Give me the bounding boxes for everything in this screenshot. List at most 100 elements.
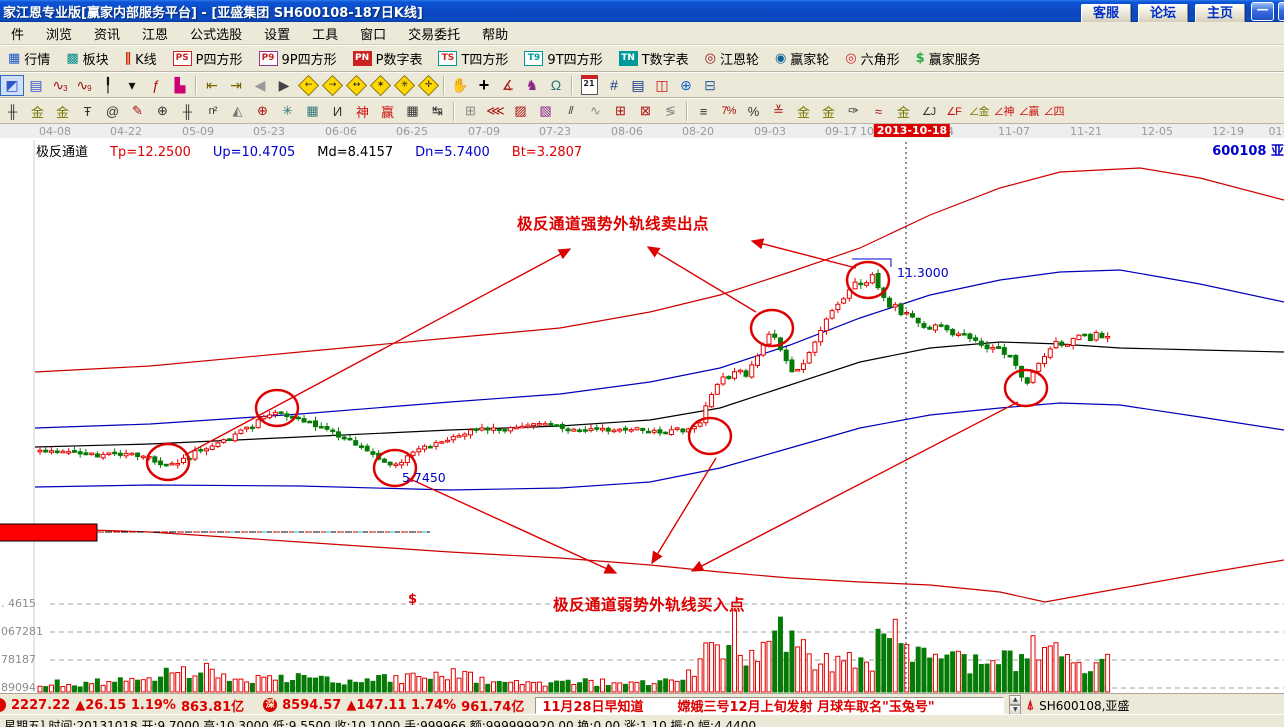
compress-icon[interactable]: ✶ bbox=[368, 74, 392, 97]
draw-tool-icon-0[interactable]: ╫ bbox=[0, 101, 25, 121]
draw-tool-icon-17[interactable]: ↹ bbox=[425, 101, 450, 121]
draw-tool-icon-38[interactable]: ∠J bbox=[916, 101, 941, 121]
draw-tool-icon-20[interactable]: ⋘ bbox=[483, 101, 508, 121]
news-ticker[interactable]: 11月28日早知道 嫦娥三号12月上旬发射 月球车取名"玉兔号" bbox=[535, 697, 1004, 714]
remote-pc-icon[interactable]: ⊟ bbox=[698, 75, 722, 96]
draw-tool-icon-27[interactable]: ≶ bbox=[658, 101, 683, 121]
calculator-icon[interactable]: # bbox=[602, 75, 626, 96]
angle-measure-icon[interactable]: ∡ bbox=[496, 75, 520, 96]
chart-area[interactable]: . 46150672817818789094极反通道强势外轨线卖出点极反通道弱势… bbox=[0, 138, 1284, 693]
toolbar-t-table[interactable]: TNT数字表 bbox=[611, 48, 697, 70]
draw-tool-icon-5[interactable]: ✎ bbox=[125, 101, 150, 121]
draw-tool-icon-32[interactable]: ≚ bbox=[766, 101, 791, 121]
draw-tool-icon-42[interactable]: ∠赢 bbox=[1016, 101, 1041, 121]
draw-tool-icon-43[interactable]: ∠四 bbox=[1041, 101, 1066, 121]
draw-tool-icon-2[interactable]: 金 bbox=[50, 101, 75, 121]
menu-item-资讯[interactable]: 资讯 bbox=[83, 22, 131, 45]
draw-tool-icon-39[interactable]: ∠F bbox=[941, 101, 966, 121]
toolbar-gann-wheel[interactable]: ◎江恩轮 bbox=[697, 48, 767, 70]
draw-tool-icon-33[interactable]: 金 bbox=[791, 101, 816, 121]
menu-item-窗口[interactable]: 窗口 bbox=[349, 22, 397, 45]
maximize-button-partial[interactable] bbox=[1278, 2, 1284, 21]
brain-icon[interactable]: Ω bbox=[544, 75, 568, 96]
news-spinner[interactable]: ▲ ▼ bbox=[1009, 695, 1021, 715]
crosshair-icon[interactable]: + bbox=[472, 75, 496, 96]
date-tick-06-06[interactable]: 06-06 bbox=[325, 125, 357, 138]
shift-left-icon[interactable]: ← bbox=[296, 74, 320, 97]
report-icon[interactable]: ▤ bbox=[24, 75, 48, 96]
date-tick-05-09[interactable]: 05-09 bbox=[182, 125, 214, 138]
menu-item-设置[interactable]: 设置 bbox=[253, 22, 301, 45]
draw-tool-icon-22[interactable]: ▧ bbox=[533, 101, 558, 121]
first-bar-icon[interactable]: ⇤ bbox=[200, 75, 224, 96]
toolbar-market-quote[interactable]: ▦行情 bbox=[0, 48, 58, 70]
histogram-icon[interactable]: ▙ bbox=[168, 75, 192, 96]
zoom-all-icon[interactable]: ✳ bbox=[392, 74, 416, 97]
toolbar-winner-service[interactable]: $赢家服务 bbox=[908, 48, 989, 70]
news-body[interactable]: 嫦娥三号12月上旬发射 月球车取名"玉兔号" bbox=[678, 697, 935, 714]
draw-tool-icon-40[interactable]: ∠金 bbox=[966, 101, 991, 121]
news-headline[interactable]: 11月28日早知道 bbox=[542, 697, 643, 714]
date-tick-09-03[interactable]: 09-03 bbox=[754, 125, 786, 138]
prev-bar-icon[interactable]: ◀ bbox=[248, 75, 272, 96]
draw-tool-icon-35[interactable]: ✑ bbox=[841, 101, 866, 121]
draw-tool-icon-19[interactable]: ⊞ bbox=[458, 101, 483, 121]
date-tick-07-09[interactable]: 07-09 bbox=[468, 125, 500, 138]
date-tick-08-20[interactable]: 08-20 bbox=[682, 125, 714, 138]
menu-item-江恩[interactable]: 江恩 bbox=[131, 22, 179, 45]
draw-tool-icon-1[interactable]: 金 bbox=[25, 101, 50, 121]
menu-item-浏览[interactable]: 浏览 bbox=[35, 22, 83, 45]
date-tick-05-23[interactable]: 05-23 bbox=[253, 125, 285, 138]
toolbar-9t-square[interactable]: T99T四方形 bbox=[516, 48, 610, 70]
date-tick-09-17[interactable]: 09-17 bbox=[825, 125, 857, 138]
draw-tool-icon-8[interactable]: n² bbox=[200, 101, 225, 121]
candle-dropdown-icon[interactable]: ▾ bbox=[120, 75, 144, 96]
draw-tool-icon-11[interactable]: ✳ bbox=[275, 101, 300, 121]
date-tick-12-19[interactable]: 12-19 bbox=[1212, 125, 1244, 138]
toolbar-hexagon[interactable]: ◎六角形 bbox=[837, 48, 907, 70]
draw-tool-icon-13[interactable]: И bbox=[325, 101, 350, 121]
symbol-label[interactable]: 600108 亚 bbox=[1212, 140, 1284, 159]
draw-tool-icon-7[interactable]: ╫ bbox=[175, 101, 200, 121]
menu-item-件[interactable]: 件 bbox=[0, 22, 35, 45]
minimize-button[interactable]: — bbox=[1251, 2, 1274, 21]
draw-tool-icon-10[interactable]: ⊕ bbox=[250, 101, 275, 121]
draw-tool-icon-9[interactable]: ◭ bbox=[225, 101, 250, 121]
draw-tool-icon-26[interactable]: ⊠ bbox=[633, 101, 658, 121]
menu-item-公式选股[interactable]: 公式选股 bbox=[179, 22, 253, 45]
toolbar-p-table[interactable]: PNP数字表 bbox=[345, 48, 431, 70]
date-tick-04-08[interactable]: 04-08 bbox=[39, 125, 71, 138]
draw-tool-icon-4[interactable]: @ bbox=[100, 101, 125, 121]
last-bar-icon[interactable]: ⇥ bbox=[224, 75, 248, 96]
date-tick-11-07[interactable]: 11-07 bbox=[998, 125, 1030, 138]
date-tick-07-23[interactable]: 07-23 bbox=[539, 125, 571, 138]
toolbar-kline[interactable]: ∥K线 bbox=[117, 48, 165, 70]
draw-tool-icon-31[interactable]: % bbox=[741, 101, 766, 121]
toolbar-t-square[interactable]: TST四方形 bbox=[430, 48, 516, 70]
hand-icon[interactable]: ✋ bbox=[448, 75, 472, 96]
draw-tool-icon-14[interactable]: 神 bbox=[350, 101, 375, 121]
draw-tool-icon-15[interactable]: 赢 bbox=[375, 101, 400, 121]
titlebar-button-论坛[interactable]: 论坛 bbox=[1138, 4, 1188, 24]
save-icon[interactable]: ◫ bbox=[650, 75, 674, 96]
titlebar-button-客服[interactable]: 客服 bbox=[1081, 4, 1131, 24]
zoom-cross-icon[interactable]: ✛ bbox=[416, 74, 440, 97]
draw-tool-icon-24[interactable]: ∿ bbox=[583, 101, 608, 121]
menu-item-工具[interactable]: 工具 bbox=[301, 22, 349, 45]
draw-tool-icon-23[interactable]: // bbox=[558, 101, 583, 121]
draw-tool-icon-25[interactable]: ⊞ bbox=[608, 101, 633, 121]
menu-item-交易委托[interactable]: 交易委托 bbox=[397, 22, 471, 45]
draw-tool-icon-36[interactable]: ≈ bbox=[866, 101, 891, 121]
draw-tool-icon-3[interactable]: Ŧ bbox=[75, 101, 100, 121]
date-tick-12-05[interactable]: 12-05 bbox=[1141, 125, 1173, 138]
toolbar-sector[interactable]: ▩板块 bbox=[58, 48, 116, 70]
draw-tool-icon-37[interactable]: 金 bbox=[891, 101, 916, 121]
next-bar-icon[interactable]: ▶ bbox=[272, 75, 296, 96]
date-tick-selected[interactable]: 2013-10-18 bbox=[874, 124, 950, 137]
toolbar-winner-wheel[interactable]: ◉赢家轮 bbox=[767, 48, 837, 70]
alert-marker-box[interactable] bbox=[0, 524, 97, 541]
draw-tool-icon-29[interactable]: ≡ bbox=[691, 101, 716, 121]
draw-tool-icon-34[interactable]: 金 bbox=[816, 101, 841, 121]
toolbar-p-square[interactable]: PSP四方形 bbox=[165, 48, 251, 70]
draw-tool-icon-41[interactable]: ∠神 bbox=[991, 101, 1016, 121]
